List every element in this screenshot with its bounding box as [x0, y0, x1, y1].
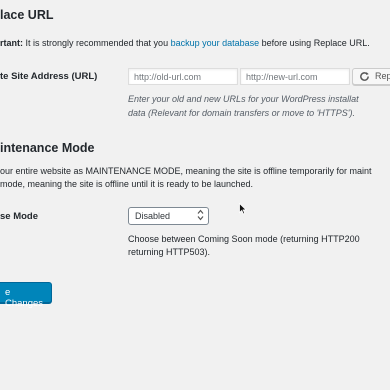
replace-url-description-1: Enter your old and new URLs for your Wor…: [128, 94, 359, 104]
backup-database-link[interactable]: backup your database: [171, 38, 260, 48]
maintenance-mode-title: intenance Mode: [0, 141, 95, 155]
maintenance-intro-2: mode, meaning the site is offline until …: [0, 179, 253, 189]
notice-important-label: rtant:: [0, 38, 23, 48]
replace-url-button-label: Rep: [375, 71, 390, 81]
maintenance-help-1: Choose between Coming Soon mode (returni…: [128, 234, 360, 244]
new-url-input[interactable]: http://new-url.com: [240, 68, 350, 85]
maintenance-mode-label: se Mode: [0, 211, 39, 222]
backup-notice: rtant: It is strongly recommended that y…: [0, 38, 370, 48]
replace-url-button[interactable]: Rep: [352, 68, 390, 85]
chevron-updown-icon: [197, 209, 204, 223]
notice-suffix: before using Replace URL.: [259, 38, 370, 48]
maintenance-help-2: returning HTTP503).: [128, 247, 211, 257]
replace-url-description-2: data (Relevant for domain transfers or m…: [128, 108, 356, 118]
maintenance-mode-selected: Disabled: [135, 211, 171, 221]
site-address-label: te Site Address (URL): [0, 71, 98, 82]
mouse-pointer-icon: [239, 202, 248, 218]
maintenance-intro-1: our entire website as MAINTENANCE MODE, …: [0, 166, 372, 176]
save-changes-button[interactable]: e Changes: [0, 282, 52, 309]
notice-text: It is strongly recommended that you: [23, 38, 171, 48]
refresh-icon: [359, 71, 370, 84]
replace-url-title: lace URL: [0, 8, 54, 22]
maintenance-mode-select[interactable]: Disabled: [128, 207, 209, 225]
old-url-input[interactable]: http://old-url.com: [128, 68, 238, 85]
